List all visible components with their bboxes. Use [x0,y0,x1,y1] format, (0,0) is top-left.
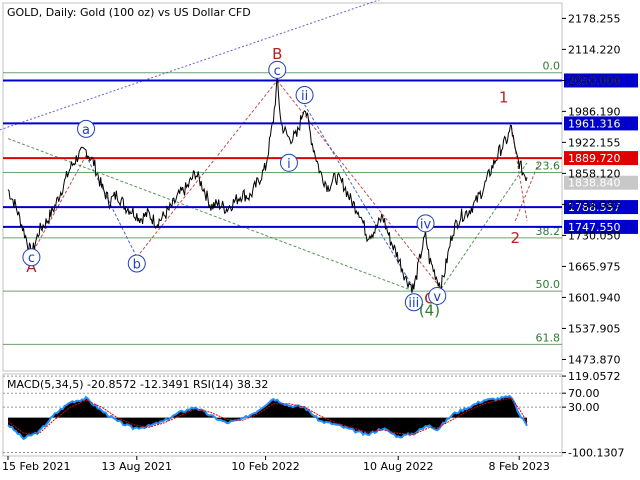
price-tick-label: 1537.905 [568,322,621,335]
macd-tick-label: 119.0572 [568,370,621,383]
fib-level-label: 61.8 [536,331,561,344]
wave-label: B [272,45,282,63]
price-tick-label: 2050.000 [568,74,621,87]
price-tick-label: 2178.255 [568,12,621,25]
wave-label: b [133,258,141,273]
time-tick-label: 8 Feb 2023 [488,460,549,473]
wave-label: 2 [511,229,521,247]
fib-level-label: 23.6 [536,159,561,172]
time-tick-label: 13 Aug 2021 [102,460,172,473]
price-tick-label: 1986.190 [568,105,621,118]
price-tick-label: 1922.155 [568,136,621,149]
price-tick-label: 1473.870 [568,353,621,366]
time-tick-label: 15 Feb 2021 [2,460,70,473]
price-tick-label: 1665.975 [568,260,621,273]
macd-tick-label: 30.00 [568,401,600,414]
macd-title: MACD(5,34,5) -20.8572 -12.3491 RSI(14) 3… [7,378,268,391]
time-tick-label: 10 Feb 2022 [231,460,299,473]
price-tick-label: 1794.085 [568,198,621,211]
wave-label: iii [408,296,419,311]
level-price-label: 1889.720 [568,152,621,165]
price-tick-label: 1601.940 [568,291,621,304]
wave-label: a [82,123,90,138]
macd-tick-label: -100.1307 [568,447,624,460]
wave-label: iv [420,217,432,232]
fib-level-label: 0.0 [543,60,561,73]
price-tick-label: 2114.220 [568,43,621,56]
gold-daily-chart: 0.023.638.250.061.8 2050.0001961.3161889… [0,0,640,480]
chart-title: GOLD, Daily: Gold (100 oz) vs US Dollar … [7,6,251,19]
time-tick-label: 10 Aug 2022 [363,460,433,473]
price-tick-label: 1730.050 [568,229,621,242]
wave-label: ii [301,89,308,104]
wave-label: (4) [419,301,440,319]
price-tick-label: 1858.120 [568,167,621,180]
macd-tick-label: 70.00 [568,387,600,400]
level-price-label: 1961.316 [568,117,621,130]
wave-label: 1 [499,88,509,106]
wave-label: c [274,64,281,79]
wave-label: c [28,251,35,266]
wave-label: i [287,157,291,172]
fib-level-label: 50.0 [536,278,561,291]
